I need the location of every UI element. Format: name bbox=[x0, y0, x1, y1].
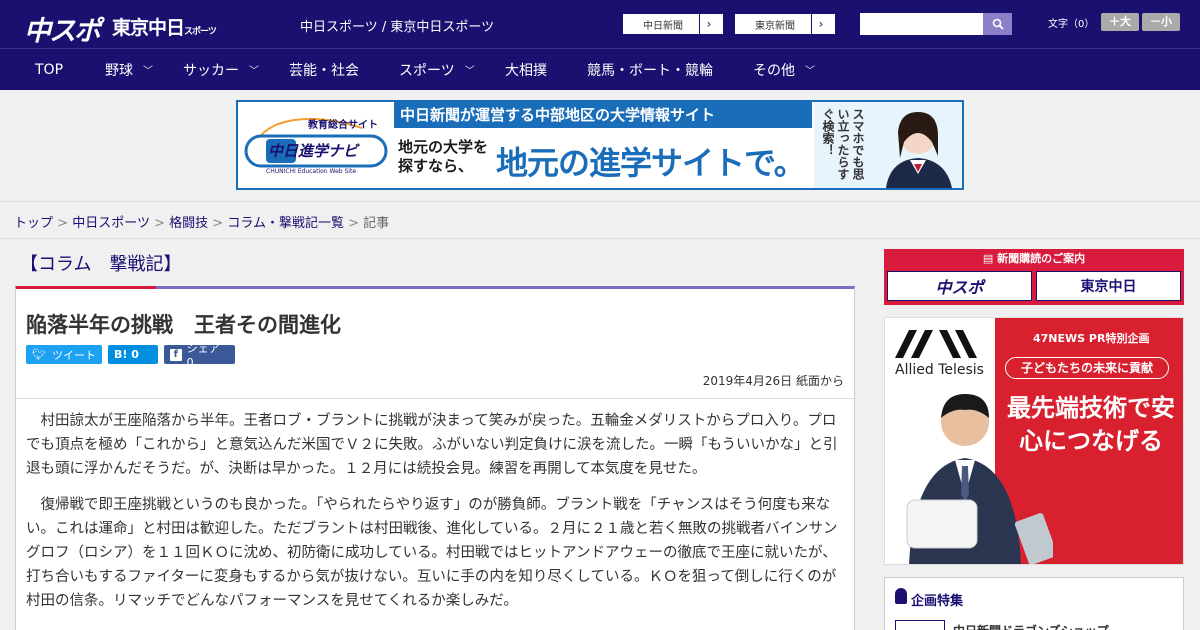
subscribe-tokyo-chunichi-button[interactable]: 東京中日 bbox=[1036, 271, 1181, 301]
nav-label: スポーツ bbox=[399, 62, 455, 79]
breadcrumb-home[interactable]: トップ bbox=[14, 216, 53, 231]
breadcrumb-column-list[interactable]: コラム・撃戦記一覧 bbox=[227, 216, 344, 231]
chevron-down-icon: ﹀ bbox=[464, 66, 475, 77]
nav-soccer[interactable]: サッカー ﹀ bbox=[183, 60, 259, 80]
nav-top[interactable]: TOP bbox=[35, 62, 63, 78]
main-nav: TOP 野球 ﹀ サッカー ﹀ 芸能・社会 スポーツ ﹀ 大相撲 競馬・ボート・競輪 … bbox=[0, 48, 1200, 90]
breadcrumb-sep: > bbox=[154, 216, 165, 231]
facebook-share-button[interactable]: f シェア 0 bbox=[164, 342, 235, 369]
font-size-label: 文字（0） bbox=[1048, 19, 1095, 30]
banner-lead-1: 地元の大学を bbox=[398, 138, 489, 156]
logo-en: CHUNICHI Education Web Site bbox=[266, 168, 357, 175]
subscription-box: ▤ 新聞購読のご案内 中スポ 東京中日 bbox=[884, 249, 1184, 305]
nav-label: 野球 bbox=[105, 62, 133, 79]
chevron-down-icon: ﹀ bbox=[249, 66, 259, 77]
search-button[interactable] bbox=[983, 13, 1012, 35]
banner-headline: 地元の進学サイトで。 bbox=[496, 144, 806, 182]
top-header: 中スポ 東京中日スポーツ 中日スポーツ / 東京中日スポーツ 中日新聞 › 東京… bbox=[0, 0, 1200, 48]
facebook-label: シェア 0 bbox=[186, 342, 220, 369]
ad-pr-label: 47NEWS PR特別企画 bbox=[1033, 332, 1150, 345]
nav-label: 芸能・社会 bbox=[289, 62, 359, 79]
article-card: 陥落半年の挑戦 王者その間進化 🐦︎ ツイート B! 0 f シェア 0 201… bbox=[15, 286, 855, 630]
nav-other[interactable]: その他 ﹀ bbox=[753, 60, 815, 80]
breadcrumb: トップ > 中日スポーツ > 格闘技 > コラム・撃戦記一覧 > 記事 bbox=[14, 212, 389, 231]
feature-icon bbox=[895, 588, 907, 604]
nav-label: その他 bbox=[753, 62, 795, 79]
tokyo-shimbun-label: 東京新聞 bbox=[735, 14, 812, 34]
article-body: 村田諒太が王座陥落から半年。王者ロブ・ブラントに挑戦が決まって笑みが戻った。五輪… bbox=[26, 409, 844, 625]
ad-tagline: 子どもたちの未来に貢献 bbox=[1005, 357, 1169, 379]
twitter-icon: 🐦︎ bbox=[32, 348, 46, 361]
feature-title: 企画特集 bbox=[911, 594, 964, 609]
subscription-title[interactable]: ▤ 新聞購読のご案内 bbox=[884, 249, 1184, 268]
nav-sumo[interactable]: 大相撲 bbox=[505, 60, 547, 80]
search-icon bbox=[992, 18, 1004, 30]
nav-label: 競馬・ボート・競輪 bbox=[587, 62, 713, 79]
breadcrumb-current: 記事 bbox=[363, 216, 390, 231]
facebook-icon: f bbox=[170, 348, 182, 361]
newspaper-icon: ▤ bbox=[982, 252, 998, 265]
column-category-title: 【コラム 撃戦記】 bbox=[20, 254, 182, 275]
tokyo-chunichi-logo-text: 東京中日 bbox=[112, 17, 185, 39]
nav-baseball[interactable]: 野球 ﹀ bbox=[105, 60, 153, 80]
breadcrumb-sep: > bbox=[57, 216, 69, 231]
presenter-illustration bbox=[906, 394, 1053, 564]
nav-label: 大相撲 bbox=[505, 62, 547, 79]
article-headline: 陥落半年の挑戦 王者その間進化 bbox=[26, 313, 341, 337]
banner-side-copy: スマホでも思い立ったらすぐ検索！ bbox=[821, 108, 865, 180]
chevron-down-icon: ﹀ bbox=[805, 66, 815, 77]
feature-thumbnail[interactable] bbox=[895, 620, 945, 630]
chunichi-shimbun-link[interactable]: 中日新聞 › bbox=[622, 13, 724, 35]
allied-telesis-logo bbox=[895, 330, 977, 358]
nav-racing[interactable]: 競馬・ボート・競輪 bbox=[587, 60, 713, 80]
logo-text: 中日進学ナビ bbox=[268, 142, 359, 160]
breadcrumb-sep: > bbox=[348, 216, 360, 231]
font-smaller-button[interactable]: －小 bbox=[1142, 13, 1180, 31]
tokyo-chunichi-logo-small: スポーツ bbox=[184, 27, 217, 37]
nav-entertainment[interactable]: 芸能・社会 bbox=[289, 60, 359, 80]
breadcrumb-sep: > bbox=[212, 216, 224, 231]
chevron-right-icon: › bbox=[818, 17, 824, 31]
chuspo-logo[interactable]: 中スポ bbox=[24, 9, 101, 48]
nav-label: サッカー bbox=[183, 62, 239, 79]
allied-telesis-ad[interactable]: Allied Telesis 47NEWS PR特別企画 子どもたちの未来に貢献… bbox=[884, 317, 1184, 565]
shingaku-navi-banner[interactable]: 教育総合サイト 中日進学ナビ CHUNICHI Education Web Si… bbox=[236, 100, 964, 190]
chevron-down-icon: ﹀ bbox=[143, 66, 153, 77]
chevron-right-icon: › bbox=[706, 17, 712, 31]
font-larger-button[interactable]: ＋大 bbox=[1101, 13, 1139, 31]
chunichi-shimbun-label: 中日新聞 bbox=[623, 14, 700, 34]
search-box bbox=[860, 13, 1012, 35]
banner-top-line: 中日新聞が運営する中部地区の大学情報サイト bbox=[394, 102, 812, 128]
nav-sports[interactable]: スポーツ ﹀ bbox=[399, 60, 475, 80]
banner-lead: 地元の大学を 探すなら、 bbox=[398, 138, 488, 176]
nav-label: TOP bbox=[35, 61, 64, 78]
search-input[interactable] bbox=[860, 13, 983, 35]
breadcrumb-fighting[interactable]: 格闘技 bbox=[169, 216, 208, 231]
article-date: 2019年4月26日 紙面から bbox=[702, 374, 844, 388]
tokyo-chunichi-logo[interactable]: 東京中日スポーツ bbox=[112, 13, 217, 40]
breadcrumb-chuspo[interactable]: 中日スポーツ bbox=[72, 216, 150, 231]
hatena-bookmark-button[interactable]: B! 0 bbox=[108, 345, 158, 364]
tweet-button[interactable]: 🐦︎ ツイート bbox=[26, 345, 102, 364]
logo-caption: 教育総合サイト bbox=[308, 120, 378, 131]
tweet-label: ツイート bbox=[51, 348, 96, 362]
breadcrumb-bar: トップ > 中日スポーツ > 格闘技 > コラム・撃戦記一覧 > 記事 bbox=[0, 201, 1200, 239]
divider bbox=[16, 398, 854, 399]
tokyo-shimbun-link[interactable]: 東京新聞 › bbox=[734, 13, 836, 35]
ad-brand: Allied Telesis bbox=[895, 362, 984, 378]
article-paragraph: 村田諒太が王座陥落から半年。王者ロブ・ブラントに挑戦が決まって笑みが戻った。五輪… bbox=[26, 413, 838, 477]
subscription-title-text: 新聞購読のご案内 bbox=[997, 252, 1086, 265]
banner-lead-2: 探すなら、 bbox=[398, 157, 474, 175]
feature-item-link[interactable]: 中日新聞ドラゴンズショップ bbox=[953, 622, 1109, 630]
hatena-label: B! 0 bbox=[114, 348, 139, 361]
article-paragraph: 復帰戦で即王座挑戦というのも良かった。「やられたらやり返す」のが勝負師。ブラント… bbox=[26, 497, 838, 609]
site-title: 中日スポーツ / 東京中日スポーツ bbox=[300, 20, 495, 35]
feature-box: 企画特集 中日新聞ドラゴンズショップ bbox=[884, 577, 1184, 630]
subscribe-chuspo-button[interactable]: 中スポ bbox=[887, 271, 1032, 301]
accent-bar bbox=[16, 286, 156, 289]
